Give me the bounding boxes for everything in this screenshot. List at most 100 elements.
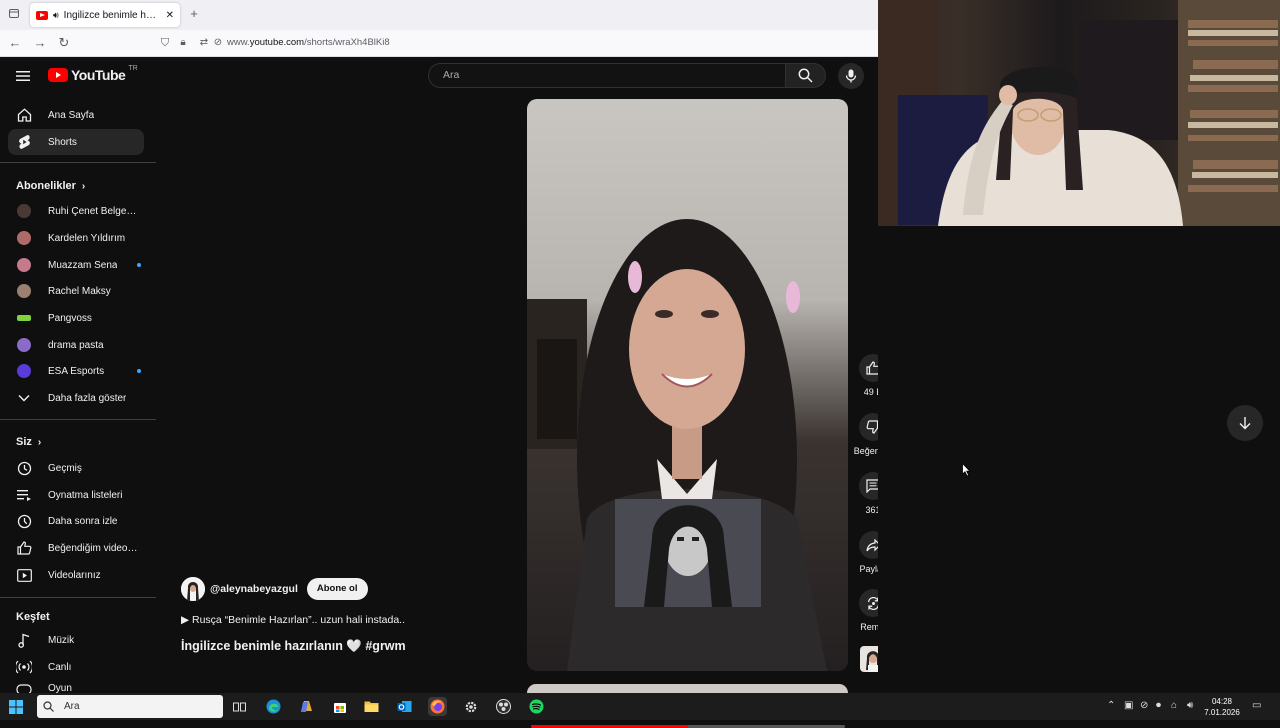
sidebar-divider <box>0 162 156 163</box>
sidebar-item-playlists[interactable]: Oynatma listeleri <box>8 482 144 508</box>
taskbar: Ara ⌃ ▣ ⊘ ⏺ ⌂ 🔊︎ 04:28 7.01.2026 ▭ <box>0 693 1280 720</box>
volume-icon[interactable]: 🔊︎ <box>1187 700 1193 711</box>
tab-list-icon[interactable] <box>4 6 24 24</box>
short-video-player[interactable] <box>527 99 848 671</box>
channel-avatar <box>17 315 31 321</box>
overlay-image <box>615 499 761 607</box>
sidebar-item-show-more[interactable]: Daha fazla göster <box>8 385 144 411</box>
subscribe-button[interactable]: Abone ol <box>306 578 368 600</box>
sidebar-item-liked-videos[interactable]: Beğendiğim videolar <box>8 535 144 561</box>
edge-icon[interactable] <box>264 697 283 716</box>
notifications-icon[interactable]: ▭ <box>1252 700 1261 711</box>
url-host: youtube.com <box>249 37 305 48</box>
sidebar: Ana Sayfa Shorts Abonelikler › Ruhi Çene… <box>0 57 156 693</box>
sidebar-item-label: Pangvoss <box>48 312 92 324</box>
sidebar-item-label: Muazzam Sena <box>48 259 118 271</box>
no-video-icon[interactable]: ⊘ <box>1140 700 1148 711</box>
url-prefix: www. <box>227 37 250 48</box>
sidebar-item-subscription[interactable]: Ruhi Çenet Belgesel... <box>8 198 144 224</box>
firefox-icon[interactable] <box>428 697 447 716</box>
sidebar-item-subscription[interactable]: drama pasta <box>8 332 144 358</box>
channel-avatar[interactable] <box>181 577 205 601</box>
show-hidden-icons[interactable]: ⌃ <box>1107 700 1115 711</box>
sidebar-item-watch-later[interactable]: Daha sonra izle <box>8 508 144 534</box>
sidebar-item-label: Oyun <box>48 683 72 693</box>
sidebar-item-label: Geçmiş <box>48 462 82 474</box>
sidebar-item-live[interactable]: Canlı <box>8 654 144 680</box>
next-short-button[interactable] <box>1227 405 1263 441</box>
sidebar-item-label: Kardelen Yıldırım <box>48 232 126 244</box>
subscriptions-header-label: Abonelikler <box>16 180 76 192</box>
sidebar-item-label: Rachel Maksy <box>48 285 111 297</box>
you-header-label: Siz <box>16 436 32 448</box>
shield-icon[interactable]: ⛉ <box>155 34 175 52</box>
channel-avatar <box>17 258 31 272</box>
system-clock[interactable]: 04:28 7.01.2026 <box>1200 696 1244 718</box>
audio-playing-icon[interactable]: 🔊︎ <box>53 10 59 21</box>
sidebar-item-label: Daha fazla göster <box>48 392 127 404</box>
channel-name[interactable]: @aleynabeyazgul <box>210 583 298 595</box>
voice-search-button[interactable] <box>838 63 864 89</box>
subscriptions-header[interactable]: Abonelikler › <box>16 180 85 192</box>
spotify-icon[interactable] <box>527 697 546 716</box>
navigation-bar: ← → ↻ ⛉ 🔒︎ ⇄ ⊘ www.youtube.com/shorts/wr… <box>0 30 878 57</box>
live-icon <box>16 659 32 675</box>
sidebar-item-history[interactable]: Geçmiş <box>8 455 144 481</box>
reload-button[interactable]: ↻ <box>54 34 74 52</box>
new-tab-button[interactable]: + <box>184 5 204 23</box>
back-button[interactable]: ← <box>5 34 25 52</box>
sidebar-item-music[interactable]: Müzik <box>8 627 144 653</box>
taskbar-search[interactable]: Ara <box>37 695 223 718</box>
obs-icon[interactable] <box>494 697 513 716</box>
youtube-page: YouTube TR Ara Ana Sayfa Shorts Abonelik… <box>0 57 892 728</box>
tab-youtube[interactable]: 🔊︎ İngilizce benimle hazırlanın ✕ <box>30 3 180 27</box>
tab-close-icon[interactable]: ✕ <box>166 10 174 21</box>
sidebar-item-label: Ruhi Çenet Belgesel... <box>48 205 138 217</box>
clock-time: 04:28 <box>1211 697 1233 706</box>
sidebar-item-shorts[interactable]: Shorts <box>8 129 144 155</box>
thumbs-up-icon <box>16 540 32 556</box>
settings-icon[interactable] <box>461 697 480 716</box>
channel-avatar <box>17 204 31 218</box>
tab-title: İngilizce benimle hazırlanın <box>63 9 161 21</box>
forward-button[interactable]: → <box>30 34 50 52</box>
sidebar-item-subscription[interactable]: Kardelen Yıldırım <box>8 225 144 251</box>
sidebar-item-subscription[interactable]: Rachel Maksy <box>8 278 144 304</box>
gaming-icon <box>16 681 32 693</box>
store-icon[interactable] <box>330 697 349 716</box>
video-description[interactable]: ▶ Rusça “Benimle Hazırlan”.. uzun hali i… <box>181 614 405 626</box>
clock-date: 7.01.2026 <box>1204 708 1240 717</box>
address-bar[interactable]: www.youtube.com/shorts/wraXh4BlKi8 <box>227 37 390 48</box>
channel-avatar <box>17 364 31 378</box>
webcam-overlay <box>878 0 1280 226</box>
sidebar-item-your-videos[interactable]: Videolarınız <box>8 562 144 588</box>
search-button[interactable] <box>786 63 826 88</box>
you-header[interactable]: Siz › <box>16 436 41 448</box>
next-short-preview[interactable] <box>527 684 848 693</box>
video-title: İngilizce benimle hazırlanın 🤍 #grwm <box>181 639 406 653</box>
copilot-icon[interactable] <box>297 697 316 716</box>
sidebar-item-subscription[interactable]: Pangvoss <box>8 305 144 331</box>
network-icon[interactable]: ⌂ <box>1171 700 1177 711</box>
tab-strip: 🔊︎ İngilizce benimle hazırlanın ✕ + <box>0 0 878 30</box>
search-input[interactable]: Ara <box>428 63 786 88</box>
sidebar-item-subscription[interactable]: Muazzam Sena <box>8 252 144 278</box>
shorts-icon <box>16 134 32 150</box>
sidebar-item-gaming[interactable]: Oyun <box>8 681 144 693</box>
outlook-icon[interactable] <box>395 697 414 716</box>
sidebar-item-label: drama pasta <box>48 339 104 351</box>
camera-icon[interactable]: ▣ <box>1124 700 1133 711</box>
microphone-icon[interactable]: ⏺ <box>1156 700 1161 711</box>
start-button[interactable] <box>6 697 25 716</box>
lock-icon[interactable]: 🔒︎ <box>173 34 193 52</box>
channel-avatar <box>17 338 31 352</box>
browser-window: 🔊︎ İngilizce benimle hazırlanın ✕ + ← → … <box>0 0 878 57</box>
file-explorer-icon[interactable] <box>362 697 381 716</box>
sidebar-item-subscription[interactable]: ESA Esports <box>8 358 144 384</box>
explore-header: Keşfet <box>16 611 50 623</box>
autoplay-blocked-icon[interactable]: ⊘ <box>208 34 228 52</box>
home-icon <box>16 107 32 123</box>
taskbar-search-text: Ara <box>64 701 80 712</box>
sidebar-item-home[interactable]: Ana Sayfa <box>8 102 144 128</box>
task-view-icon[interactable] <box>230 697 249 716</box>
